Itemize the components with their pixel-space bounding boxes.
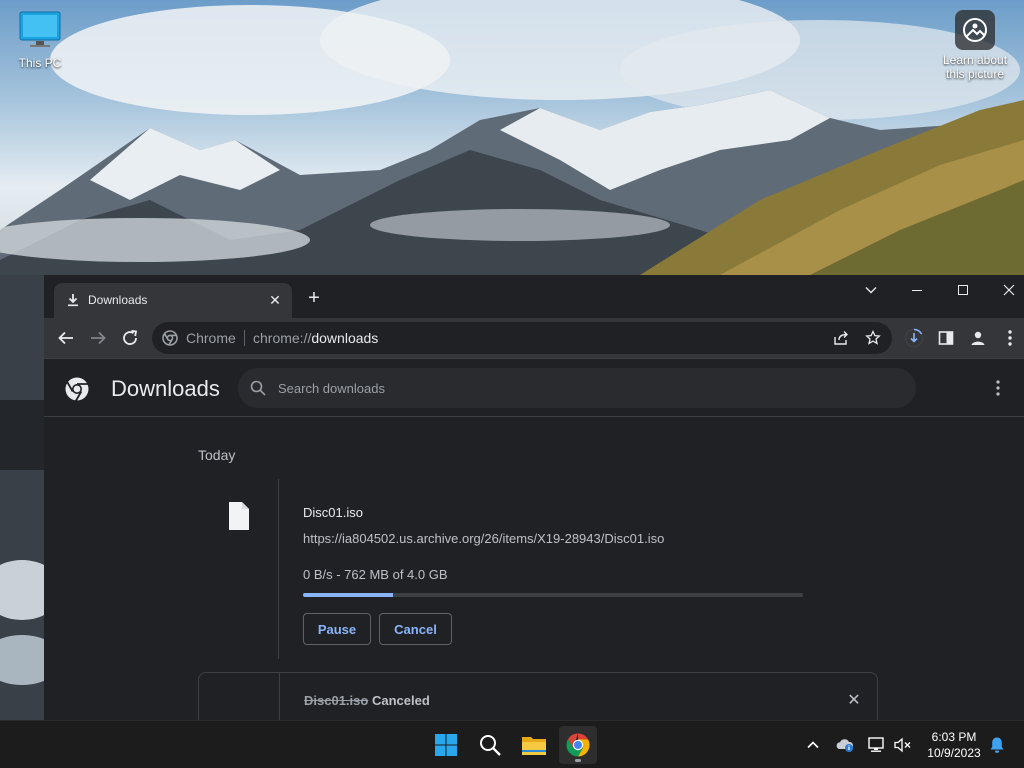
arrow-right-icon [91,331,106,345]
download-status: 0 B/s - 762 MB of 4.0 GB [303,567,448,582]
new-tab-button[interactable]: + [303,287,325,309]
url-text[interactable]: chrome://downloads [253,330,378,346]
start-button[interactable] [427,726,465,764]
chrome-logo-icon [65,377,89,402]
chrome-logo-icon [162,330,178,346]
maximize-icon [958,285,968,295]
cancel-button[interactable]: Cancel [379,613,452,645]
file-name: Disc01.iso [304,693,369,708]
chrome-menu-button[interactable] [998,326,1022,350]
download-status: Canceled [372,693,430,708]
date-heading: Today [198,447,236,463]
site-chip-label: Chrome [186,330,236,346]
close-window-button[interactable] [986,275,1024,305]
chrome-icon [566,733,590,757]
tab-title: Downloads [88,293,148,307]
back-button[interactable] [54,326,78,350]
search-input[interactable] [278,378,878,398]
download-item-canceled: Disc01.iso Canceled ✕ [198,672,878,720]
show-hidden-icons-button[interactable] [803,735,823,755]
start-icon [435,734,457,756]
search-icon [250,380,266,396]
progress-fill [303,593,393,597]
volume-tray-button[interactable] [893,735,913,755]
side-panel-icon [938,331,954,345]
downloads-header: Downloads [44,359,1024,417]
downloads-page: Downloads Today Disc01.iso https://ia804… [44,358,1024,720]
clock-date: 10/9/2023 [927,746,981,760]
taskbar: 6:03 PM 10/9/2023 [0,720,1024,768]
tab-search-button[interactable] [848,275,894,305]
kebab-menu-icon [996,380,1000,396]
side-panel-button[interactable] [934,326,958,350]
download-progress-icon [904,328,924,348]
bell-icon [990,737,1004,753]
profile-button[interactable] [966,326,990,350]
taskbar-chrome[interactable] [559,726,597,764]
close-icon [1003,284,1015,296]
volume-muted-icon [894,737,911,753]
file-explorer-icon [522,737,546,755]
pause-button[interactable]: Pause [303,613,371,645]
arrow-left-icon [58,331,73,345]
download-icon [68,294,78,307]
desktop-icon-label: This PC [18,56,62,70]
network-tray-button[interactable] [867,735,887,755]
tab-close-button[interactable]: ✕ [266,291,284,309]
file-name-link[interactable]: Disc01.iso [303,505,363,520]
browser-toolbar: Chrome chrome://downloads [44,318,1024,358]
download-item: Disc01.iso https://ia804502.us.archive.o… [198,479,878,659]
forward-button[interactable] [86,326,110,350]
desktop-icon-this-pc[interactable]: This PC [0,10,80,70]
item-divider [278,479,279,659]
camera-icon [955,10,995,50]
downloads-menu-button[interactable] [988,376,1008,400]
onedrive-tray-button[interactable] [835,735,855,755]
profile-avatar-icon [971,331,985,345]
minimize-button[interactable] [894,275,940,305]
system-clock[interactable]: 6:03 PM 10/9/2023 [920,729,988,761]
tab-strip: Downloads ✕ + [44,275,1024,318]
desktop-icon-learn-about-picture[interactable]: Learn about this picture [935,10,1015,81]
remove-item-button[interactable]: ✕ [844,691,864,711]
chevron-up-icon [807,741,819,749]
item-divider [279,673,280,720]
page-title: Downloads [111,376,220,401]
minimize-icon [912,290,922,291]
notifications-button[interactable] [987,735,1007,755]
reload-icon [123,329,138,345]
taskbar-file-explorer[interactable] [515,726,553,764]
omnibox-separator [244,330,245,346]
tab-downloads[interactable]: Downloads ✕ [54,283,292,318]
reload-button[interactable] [118,326,142,350]
file-source-url[interactable]: https://ia804502.us.archive.org/26/items… [303,531,664,546]
bookmark-star-icon[interactable] [864,329,882,347]
search-box[interactable] [238,368,916,408]
search-icon [480,735,501,756]
clock-time: 6:03 PM [931,730,977,744]
desktop-icon-label: Learn about this picture [942,53,1008,81]
chrome-window: Downloads ✕ + Chrome chrome://downloads … [44,275,1024,720]
share-icon[interactable] [832,329,850,347]
download-progress-bar [303,593,803,597]
address-bar[interactable]: Chrome chrome://downloads [152,322,892,354]
kebab-menu-icon [1008,330,1012,346]
downloads-bubble-button[interactable] [902,326,926,350]
chevron-down-icon [865,287,877,294]
maximize-button[interactable] [940,275,986,305]
monitor-icon [19,11,61,47]
active-app-indicator [575,759,581,762]
taskbar-search-button[interactable] [471,726,509,764]
file-icon [229,502,249,530]
network-icon [868,737,884,752]
cloud-info-icon [836,739,854,752]
